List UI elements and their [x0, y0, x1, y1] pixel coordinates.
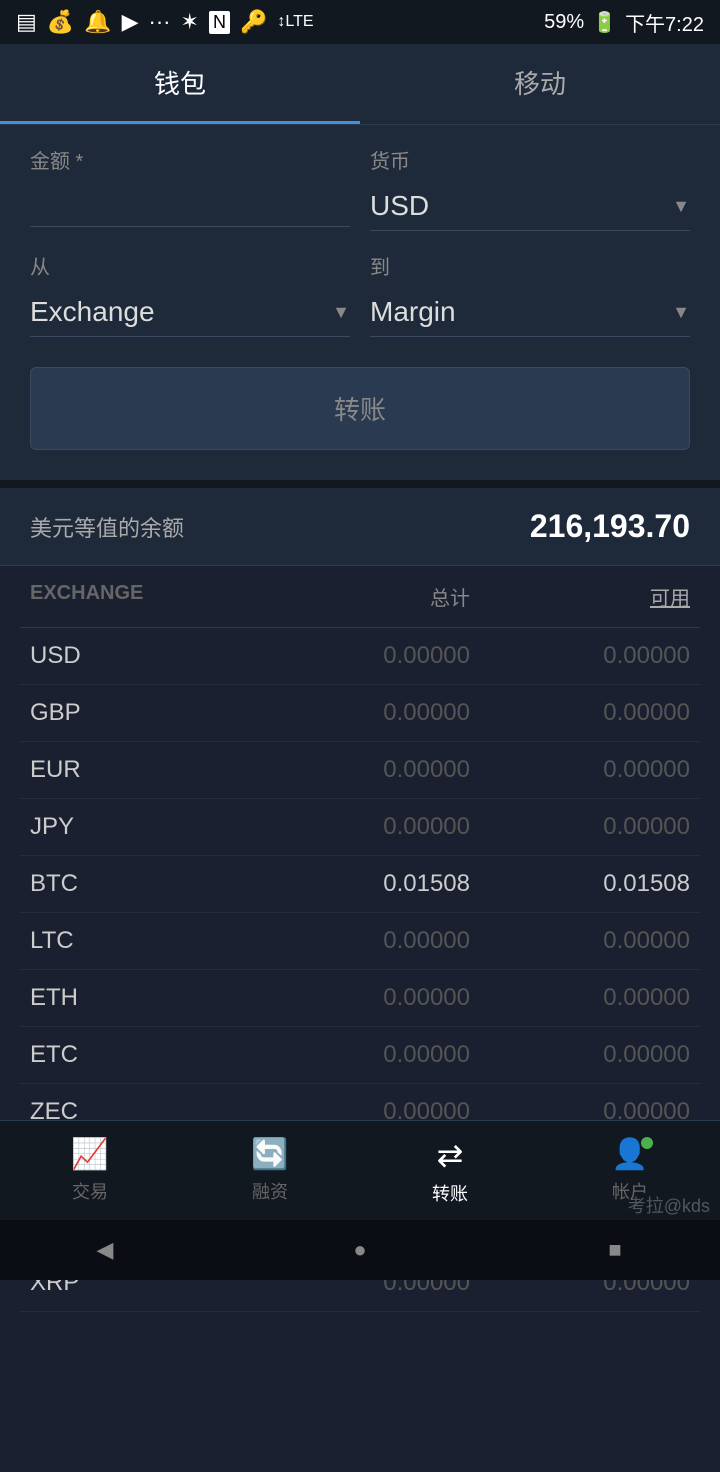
- cell-total: 0.00000: [250, 984, 470, 1012]
- balance-value: 216,193.70: [530, 508, 690, 545]
- nav-transfer[interactable]: ⇄ 转账: [360, 1121, 540, 1220]
- status-bell-icon: 🔔: [84, 9, 111, 35]
- cell-available: 0.00000: [470, 699, 690, 727]
- from-chevron-icon: ▼: [332, 302, 350, 323]
- cell-available: 0.00000: [470, 642, 690, 670]
- table-header: EXCHANGE 总计 可用: [20, 566, 700, 628]
- to-value: Margin: [370, 296, 456, 328]
- cell-total: 0.00000: [250, 927, 470, 955]
- watermark: 考拉@kds: [628, 1192, 710, 1218]
- recents-button[interactable]: ■: [590, 1225, 640, 1275]
- transfer-button[interactable]: 转账: [30, 367, 690, 450]
- online-dot: [641, 1137, 653, 1149]
- to-label: 到: [370, 251, 690, 280]
- currency-label: 货币: [370, 145, 690, 174]
- balance-section: 美元等值的余额 216,193.70: [0, 480, 720, 566]
- battery-icon: 🔋: [592, 10, 617, 35]
- cell-available: 0.00000: [470, 813, 690, 841]
- table-row: USD 0.00000 0.00000: [20, 628, 700, 685]
- to-chevron-icon: ▼: [672, 302, 690, 323]
- time-display: 下午7:22: [625, 8, 704, 37]
- from-to-row: 从 Exchange ▼ 到 Margin ▼: [30, 251, 690, 337]
- from-select[interactable]: Exchange ▼: [30, 288, 350, 337]
- cell-currency: BTC: [30, 870, 250, 898]
- currency-group: 货币 USD ▼: [370, 145, 690, 231]
- cell-currency: EUR: [30, 756, 250, 784]
- amount-label: 金额 *: [30, 145, 350, 174]
- status-bar: ▤ 💰 🔔 ▶ ··· ✶ N 🔑 ↕LTE 59% 🔋 下午7:22: [0, 0, 720, 44]
- amount-group: 金额 *: [30, 145, 350, 231]
- header-currency: EXCHANGE: [30, 582, 250, 611]
- currency-value: USD: [370, 190, 429, 222]
- balance-label: 美元等值的余额: [30, 511, 184, 543]
- table-row: ETH 0.00000 0.00000: [20, 970, 700, 1027]
- from-display[interactable]: Exchange ▼: [30, 288, 350, 336]
- home-button[interactable]: ●: [335, 1225, 385, 1275]
- table-row: LTC 0.00000 0.00000: [20, 913, 700, 970]
- cell-currency: GBP: [30, 699, 250, 727]
- cell-total: 0.00000: [250, 699, 470, 727]
- table-row: GBP 0.00000 0.00000: [20, 685, 700, 742]
- cell-total: 0.00000: [250, 642, 470, 670]
- table-row: ETC 0.00000 0.00000: [20, 1027, 700, 1084]
- status-send-icon: ▶: [122, 9, 139, 35]
- cell-currency: ETH: [30, 984, 250, 1012]
- status-wallet-icon: 💰: [47, 9, 74, 35]
- from-label: 从: [30, 251, 350, 280]
- tab-wallet[interactable]: 钱包: [0, 44, 360, 124]
- nav-finance[interactable]: 🔄 融资: [180, 1121, 360, 1220]
- cell-currency: LTC: [30, 927, 250, 955]
- cell-available: 0.00000: [470, 927, 690, 955]
- cell-total: 0.00000: [250, 813, 470, 841]
- from-group: 从 Exchange ▼: [30, 251, 350, 337]
- table-row: EUR 0.00000 0.00000: [20, 742, 700, 799]
- battery-percent: 59%: [544, 11, 584, 34]
- from-value: Exchange: [30, 296, 155, 328]
- to-display[interactable]: Margin ▼: [370, 288, 690, 336]
- to-group: 到 Margin ▼: [370, 251, 690, 337]
- status-nfc-icon: N: [209, 11, 230, 34]
- system-bar: ◀ ● ■: [0, 1220, 720, 1280]
- status-right: 59% 🔋 下午7:22: [544, 8, 704, 37]
- transfer-icon: ⇄: [437, 1136, 464, 1174]
- cell-available: 0.00000: [470, 984, 690, 1012]
- amount-input[interactable]: [30, 182, 350, 227]
- cell-currency: ETC: [30, 1041, 250, 1069]
- cell-currency: USD: [30, 642, 250, 670]
- cell-available: 0.01508: [470, 870, 690, 898]
- table-row: BTC 0.01508 0.01508: [20, 856, 700, 913]
- header-total: 总计: [250, 582, 470, 611]
- to-select[interactable]: Margin ▼: [370, 288, 690, 337]
- cell-total: 0.01508: [250, 870, 470, 898]
- currency-display[interactable]: USD ▼: [370, 182, 690, 230]
- table-row: JPY 0.00000 0.00000: [20, 799, 700, 856]
- trade-icon: 📈: [71, 1137, 108, 1172]
- finance-icon: 🔄: [251, 1137, 288, 1172]
- bottom-nav: 📈 交易 🔄 融资 ⇄ 转账 👤 帐户: [0, 1120, 720, 1220]
- cell-currency: JPY: [30, 813, 250, 841]
- form-section: 金额 * 货币 USD ▼ 从 Exchange: [0, 125, 720, 480]
- status-dots: ···: [149, 9, 171, 35]
- cell-total: 0.00000: [250, 1041, 470, 1069]
- status-sim-icon: ▤: [16, 9, 37, 35]
- currency-select[interactable]: USD ▼: [370, 182, 690, 231]
- amount-currency-row: 金额 * 货币 USD ▼: [30, 145, 690, 231]
- cell-available: 0.00000: [470, 1041, 690, 1069]
- currency-chevron-icon: ▼: [672, 196, 690, 217]
- top-tabs: 钱包 移动: [0, 44, 720, 125]
- tab-move[interactable]: 移动: [360, 44, 720, 124]
- back-button[interactable]: ◀: [80, 1225, 130, 1275]
- status-bluetooth-icon: ✶: [181, 9, 199, 35]
- account-wrapper: 👤: [611, 1137, 648, 1172]
- cell-total: 0.00000: [250, 756, 470, 784]
- status-key-icon: 🔑: [240, 9, 267, 35]
- header-available: 可用: [470, 582, 690, 611]
- status-signal-icon: ↕LTE: [277, 13, 313, 31]
- cell-available: 0.00000: [470, 756, 690, 784]
- nav-trade[interactable]: 📈 交易: [0, 1121, 180, 1220]
- status-left: ▤ 💰 🔔 ▶ ··· ✶ N 🔑 ↕LTE: [16, 9, 314, 35]
